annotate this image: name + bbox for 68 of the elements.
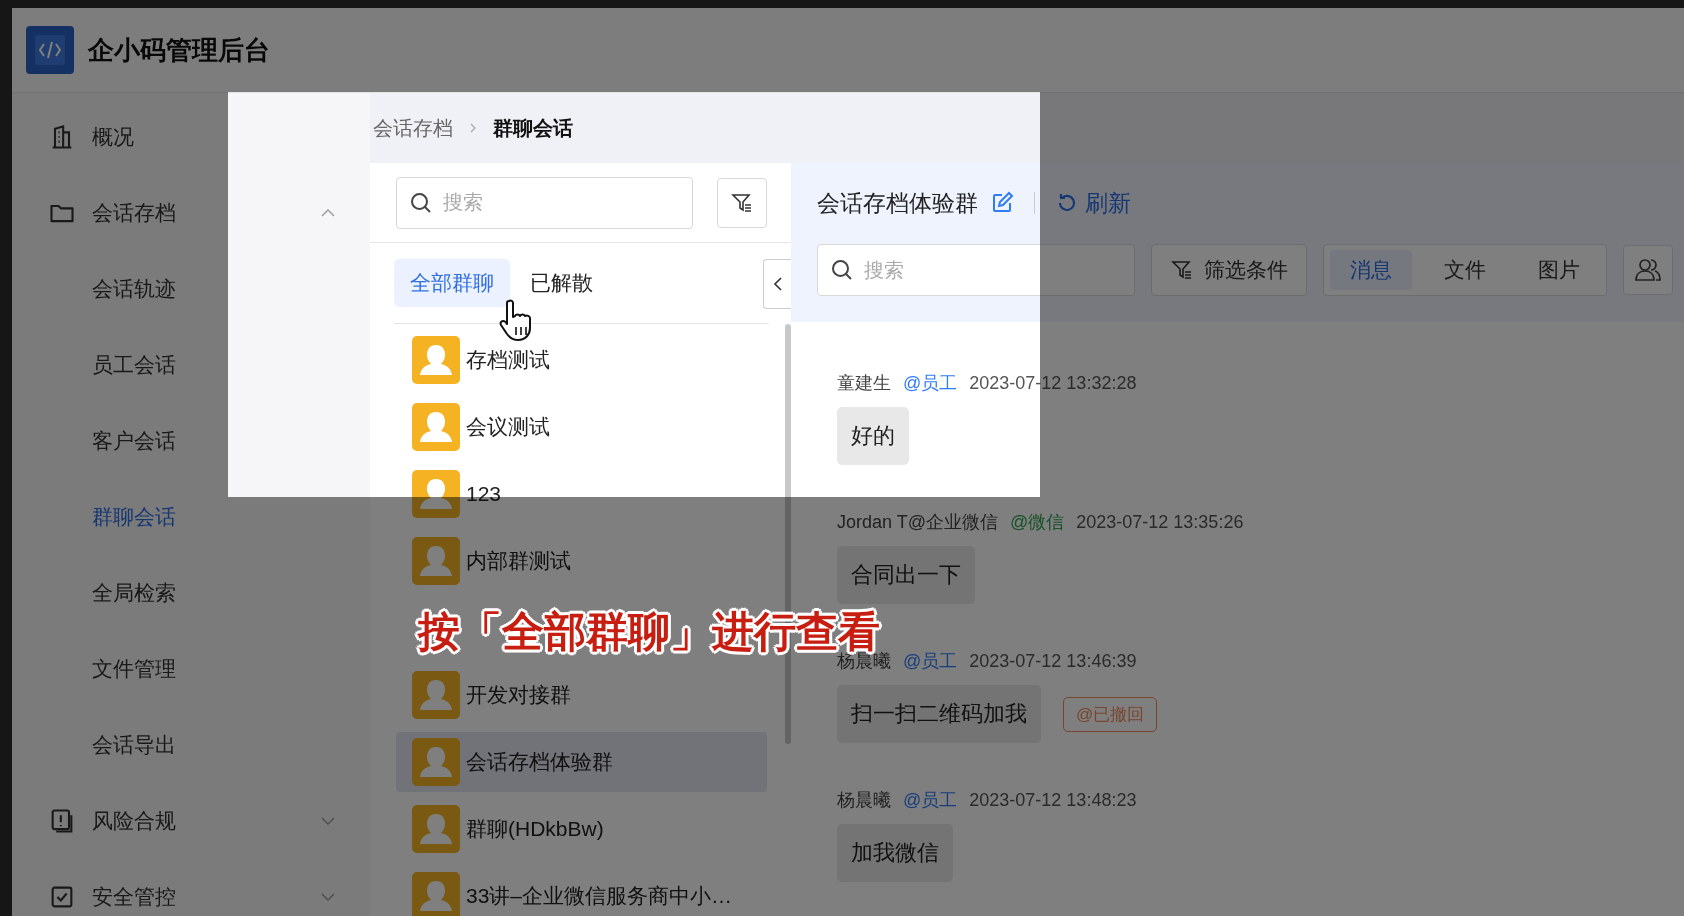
- group-name: 33讲–企业微信服务商中小…: [466, 883, 733, 909]
- message-time: 2023-07-12 13:46:39: [969, 650, 1137, 672]
- avatar-icon: [412, 336, 460, 384]
- avatar-icon: [412, 470, 460, 518]
- group-item[interactable]: 33讲–企业微信服务商中小…: [396, 866, 767, 916]
- nav-item[interactable]: 会话存档: [92, 199, 176, 227]
- sender-tag: @员工: [903, 371, 958, 395]
- sender-tag: @员工: [903, 788, 958, 812]
- app-logo: [26, 26, 74, 74]
- avatar-icon: [412, 537, 460, 585]
- sender-tag: @微信: [1010, 510, 1065, 534]
- group-item[interactable]: 开发对接群: [396, 665, 767, 725]
- avatar-icon: [412, 805, 460, 853]
- recalled-badge: @已撤回: [1063, 696, 1158, 732]
- group-item[interactable]: 内部群测试: [396, 531, 767, 591]
- breadcrumb-item[interactable]: 会话存档: [373, 114, 453, 142]
- tab[interactable]: 文件: [1424, 250, 1506, 290]
- tab[interactable]: 图片: [1518, 250, 1600, 290]
- filter-icon: [1170, 258, 1194, 282]
- people-icon: [1634, 256, 1662, 284]
- nav-subitem[interactable]: 会话导出: [92, 731, 176, 759]
- breadcrumb-item: 群聊会话: [493, 115, 573, 141]
- group-name: 开发对接群: [466, 682, 571, 708]
- refresh-button[interactable]: 刷新: [1055, 187, 1131, 219]
- avatar-icon: [412, 671, 460, 719]
- sender-name: Jordan T@企业微信: [837, 511, 998, 534]
- group-item[interactable]: 会话存档体验群: [396, 732, 767, 792]
- nav-subitem[interactable]: 全局检索: [92, 579, 176, 607]
- nav-subitem[interactable]: 会话轨迹: [92, 275, 176, 303]
- nav-item[interactable]: 风险合规: [92, 807, 176, 835]
- tab[interactable]: 全部群聊: [394, 259, 510, 307]
- group-item[interactable]: 群聊(HDkbBw): [396, 799, 767, 859]
- nav-subitem[interactable]: 客户会话: [92, 427, 176, 455]
- group-name: 会话存档体验群: [466, 749, 613, 775]
- group-item[interactable]: 存档测试: [396, 330, 767, 390]
- sender-name: 童建生: [837, 372, 891, 395]
- message-bubble: 合同出一下: [837, 546, 975, 604]
- nav-item[interactable]: 安全管控: [92, 883, 176, 911]
- tab[interactable]: 消息: [1330, 250, 1412, 290]
- edit-icon[interactable]: [990, 191, 1014, 215]
- nav-subitem[interactable]: 文件管理: [92, 655, 176, 683]
- nav-item[interactable]: 概况: [92, 123, 134, 151]
- filter-button[interactable]: [717, 177, 767, 228]
- avatar-icon: [412, 403, 460, 451]
- search-field[interactable]: 搜索: [396, 176, 693, 229]
- group-name: 群聊(HDkbBw): [466, 816, 604, 842]
- search-field[interactable]: 搜索: [817, 244, 1135, 296]
- nav-subitem[interactable]: 群聊会话: [92, 503, 176, 531]
- avatar-icon: [412, 738, 460, 786]
- message-time: 2023-07-12 13:48:23: [969, 789, 1137, 811]
- tab[interactable]: 已解散: [514, 259, 609, 307]
- chat-title: 会话存档体验群: [817, 188, 978, 218]
- app-title: 企小码管理后台: [88, 33, 270, 67]
- message-bubble: 好的: [837, 407, 909, 465]
- sender-name: 杨晨曦: [837, 789, 891, 812]
- chevron-left-icon: [771, 276, 784, 292]
- group-name: 存档测试: [466, 347, 550, 373]
- message-time: 2023-07-12 13:35:26: [1076, 511, 1244, 533]
- nav-subitem[interactable]: 员工会话: [92, 351, 176, 379]
- collapse-button[interactable]: [763, 259, 791, 309]
- message-bubble: 加我微信: [837, 824, 953, 882]
- sender-tag: @员工: [903, 649, 958, 673]
- members-button[interactable]: [1623, 245, 1673, 295]
- group-name: 内部群测试: [466, 548, 571, 574]
- group-item[interactable]: 会议测试: [396, 397, 767, 457]
- group-name: 会议测试: [466, 414, 550, 440]
- message-bubble: 扫一扫二维码加我: [837, 685, 1041, 743]
- filter-button[interactable]: 筛选条件: [1151, 244, 1307, 296]
